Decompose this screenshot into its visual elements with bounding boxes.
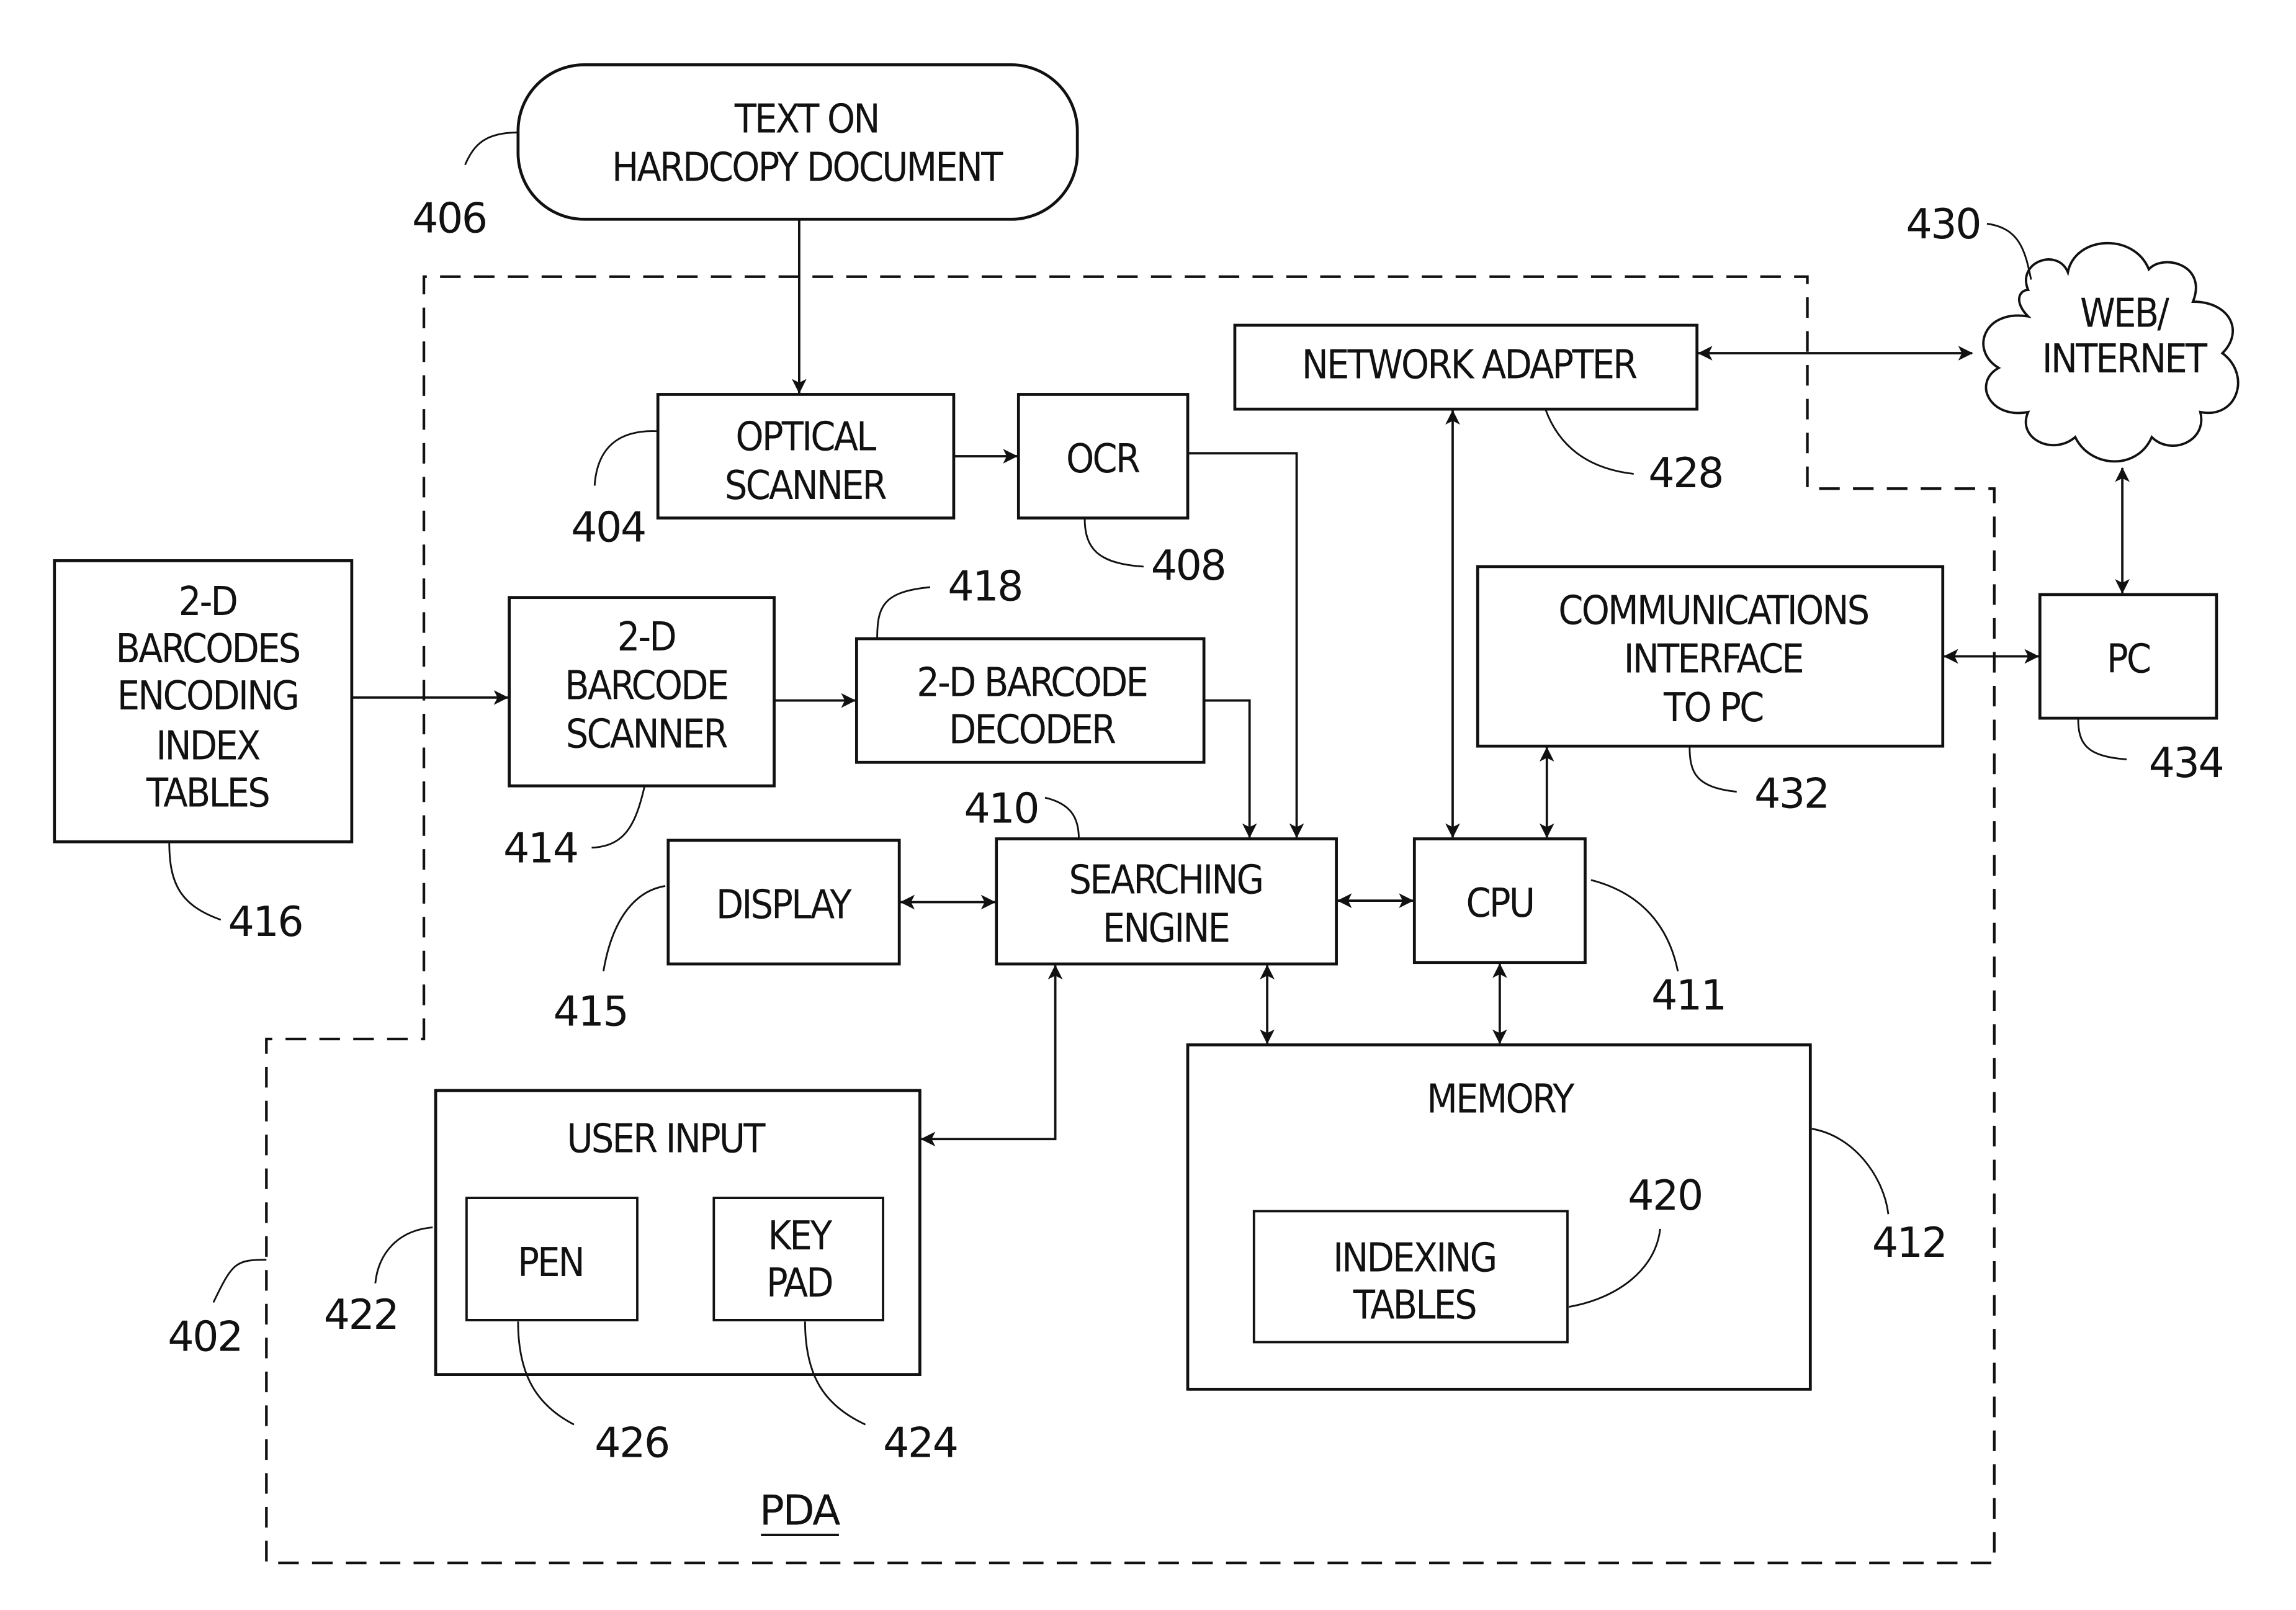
ref-416: 416 (228, 897, 303, 946)
ref-406: 406 (412, 194, 487, 243)
leader-402 (212, 1259, 267, 1303)
ref-412: 412 (1872, 1218, 1947, 1267)
block-label: INDEXING (1333, 1236, 1496, 1282)
searching-engine-block: SEARCHING ENGINE (995, 837, 1338, 966)
leader-411 (1590, 879, 1679, 972)
ref-426: 426 (594, 1418, 669, 1467)
ref-432: 432 (1754, 770, 1829, 818)
block-label: PC (2107, 637, 2150, 683)
block-label: BARCODE (565, 663, 727, 709)
block-label: PEN (518, 1240, 583, 1286)
block-label: INTERNET (2042, 336, 2208, 382)
block-label: ENCODING (117, 673, 298, 719)
ref-430: 430 (1906, 200, 1980, 248)
block-label: DISPLAY (716, 883, 853, 929)
display-block: DISPLAY (666, 839, 901, 966)
block-label: KEY (768, 1213, 832, 1259)
barcode-scanner-block: 2-D BARCODE SCANNER (508, 596, 776, 788)
block-label: 2-D BARCODE (917, 660, 1147, 706)
leader-428 (1545, 408, 1634, 475)
indexing-tables-block: INDEXING TABLES (1252, 1210, 1569, 1344)
leader-416 (168, 842, 222, 921)
hardcopy-document-block: TEXT ON HARDCOPY DOCUMENT (516, 63, 1079, 221)
block-label: TEXT ON (734, 96, 879, 142)
block-label: BARCODES (115, 626, 299, 672)
leader-408 (1083, 518, 1144, 568)
web-internet-cloud: WEB/ INTERNET (1982, 241, 2240, 463)
arrow-decoder-to-searching-engine (1204, 699, 1257, 839)
block-label: WEB/ (2080, 290, 2169, 336)
ref-404: 404 (571, 503, 645, 552)
block-label: COMMUNICATIONS (1558, 588, 1868, 634)
leader-410 (1044, 796, 1080, 839)
leader-415 (603, 885, 666, 972)
block-label: TO PC (1663, 685, 1763, 731)
key-pad-block: KEY PAD (712, 1197, 884, 1321)
ref-420: 420 (1628, 1171, 1702, 1220)
cpu-block: CPU (1412, 837, 1587, 965)
ref-428: 428 (1648, 449, 1723, 497)
block-label: NETWORK ADAPTER (1302, 342, 1637, 388)
pen-block: PEN (465, 1197, 639, 1321)
block-label: PAD (766, 1261, 832, 1306)
block-label: CPU (1466, 881, 1534, 927)
leader-422 (374, 1226, 433, 1284)
ref-434: 434 (2149, 739, 2223, 787)
barcodes-encoding-index-tables-block: 2-D BARCODES ENCODING INDEX TABLES (53, 559, 354, 843)
ref-422: 422 (324, 1290, 398, 1339)
block-label: 2-D (617, 614, 675, 660)
block-label: MEMORY (1427, 1077, 1575, 1123)
block-label: OPTICAL (735, 415, 876, 461)
barcode-decoder-block: 2-D BARCODE DECODER (855, 637, 1206, 764)
leader-414 (591, 785, 646, 849)
ref-411: 411 (1651, 971, 1726, 1020)
block-label: SCANNER (566, 712, 728, 758)
block-label: 2-D (179, 579, 236, 625)
block-label: SEARCHING (1069, 857, 1263, 903)
leader-404 (593, 430, 658, 486)
block-label: HARDCOPY DOCUMENT (612, 145, 1003, 191)
ref-410: 410 (964, 784, 1039, 832)
block-label: TABLES (1353, 1283, 1476, 1329)
block-label: OCR (1066, 436, 1140, 482)
arrow-searching-engine-user-input (920, 965, 1063, 1147)
network-adapter-block: NETWORK ADAPTER (1233, 323, 1699, 411)
pda-block-diagram: TEXT ON HARDCOPY DOCUMENT OPTICAL SCANNE… (53, 63, 2240, 1565)
ref-414: 414 (503, 824, 578, 872)
ref-402: 402 (168, 1313, 242, 1361)
block-label: INTERFACE (1624, 637, 1803, 683)
optical-scanner-block: OPTICAL SCANNER (656, 393, 956, 520)
leader-430 (1986, 223, 2032, 280)
block-label: SCANNER (725, 463, 887, 509)
leader-412 (1811, 1128, 1890, 1215)
pc-block: PC (2038, 593, 2218, 720)
ref-408: 408 (1151, 541, 1226, 590)
block-label: USER INPUT (567, 1117, 766, 1163)
block-label: TABLES (146, 770, 269, 816)
ref-424: 424 (883, 1418, 957, 1467)
block-label: INDEX (156, 724, 259, 770)
ref-415: 415 (554, 987, 628, 1036)
pda-label: PDA (760, 1486, 840, 1534)
leader-406 (464, 131, 518, 166)
leader-432 (1688, 746, 1737, 793)
block-label: DECODER (949, 707, 1116, 753)
leader-434 (2077, 718, 2127, 760)
ref-418: 418 (948, 562, 1022, 610)
block-label: ENGINE (1103, 906, 1229, 952)
leader-418 (876, 586, 931, 639)
communications-interface-block: COMMUNICATIONS INTERFACE TO PC (1476, 565, 1945, 748)
ocr-block: OCR (1016, 393, 1190, 520)
